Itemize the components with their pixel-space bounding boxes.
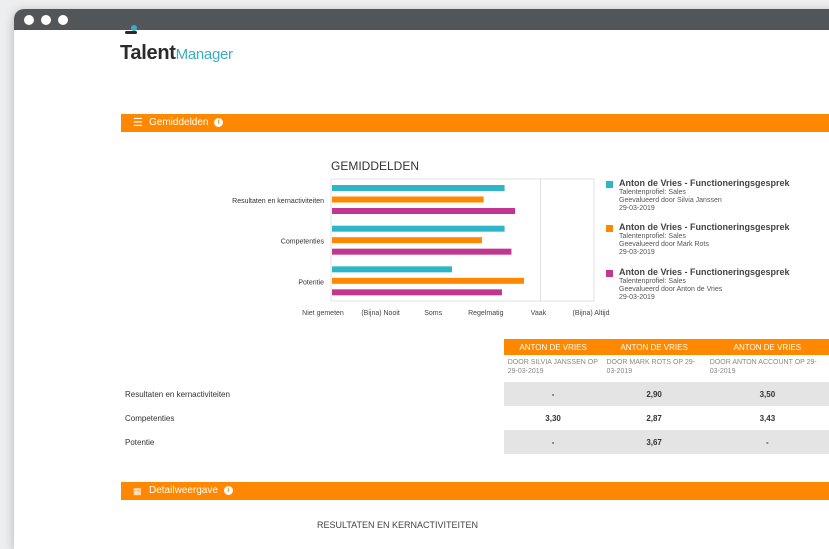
legend-swatch <box>606 270 613 277</box>
detail-section-header[interactable]: ▦ Detailweergave i <box>121 482 829 500</box>
legend-evaluator: Geevalueerd door Silvia Janssen <box>619 197 722 204</box>
column-subheader-2: DOOR MARK ROTS OP 29-03-2019 <box>606 359 695 375</box>
window-minimize-dot[interactable] <box>41 15 51 25</box>
detail-section-title: Detailweergave <box>149 485 218 496</box>
legend-swatch <box>606 181 613 188</box>
legend-title: Anton de Vries - Functioneringsgesprek <box>619 222 790 232</box>
row-label: Resultaten en kernactiviteiten <box>125 389 230 399</box>
averages-section-header[interactable]: ☰ Gemiddelden i <box>121 114 829 132</box>
legend-title: Anton de Vries - Functioneringsgesprek <box>619 178 790 188</box>
table-subheader-row: DOOR SILVIA JANSSEN OP 29-03-2019 DOOR M… <box>121 355 829 382</box>
bar-chart-icon[interactable]: ▦ <box>133 482 142 500</box>
hamburger-menu-icon[interactable]: ☰ <box>133 114 143 132</box>
legend-profile: Talentenprofiel: Sales <box>619 233 686 240</box>
averages-section-title: Gemiddelden <box>149 117 209 128</box>
table-row: Potentie - 3,67 - <box>121 430 829 454</box>
table-cell: 3,30 <box>545 413 561 423</box>
logo-product: Manager <box>175 46 233 63</box>
results-table: ANTON DE VRIES ANTON DE VRIES ANTON DE V… <box>121 339 829 454</box>
logo-brand: Talent <box>120 42 176 64</box>
column-header-1: ANTON DE VRIES <box>503 339 603 355</box>
table-row: Competenties 3,30 2,87 3,43 <box>121 406 829 430</box>
legend-profile: Talentenprofiel: Sales <box>619 278 686 285</box>
legend-date: 29-03-2019 <box>619 205 655 212</box>
legend-evaluator: Geevalueerd door Anton de Vries <box>619 286 723 293</box>
table-cell: 3,67 <box>602 430 706 454</box>
detail-chart-title: RESULTATEN EN KERNACTIVITEITEN <box>317 520 479 530</box>
row-label: Potentie <box>125 437 155 447</box>
browser-window <box>14 9 829 549</box>
table-header-row: ANTON DE VRIES ANTON DE VRIES ANTON DE V… <box>121 339 829 355</box>
table-cell: 2,87 <box>646 413 662 423</box>
column-header-3: ANTON DE VRIES <box>705 339 829 355</box>
table-cell: - <box>705 430 829 454</box>
column-subheader-1: DOOR SILVIA JANSSEN OP 29-03-2019 <box>507 359 598 375</box>
legend-date: 29-03-2019 <box>619 294 655 301</box>
legend-date: 29-03-2019 <box>619 249 655 256</box>
legend-title: Anton de Vries - Functioneringsgesprek <box>619 267 790 277</box>
table-cell: 3,43 <box>759 413 776 423</box>
chart-title: GEMIDDELDEN <box>331 159 420 173</box>
info-icon[interactable]: i <box>214 117 224 127</box>
window-maximize-dot[interactable] <box>58 15 68 25</box>
row-label: Competenties <box>125 413 175 423</box>
info-icon[interactable]: i <box>223 485 233 495</box>
table-cell: - <box>503 430 603 454</box>
logo-person-icon <box>125 25 137 34</box>
table-cell: - <box>503 382 603 406</box>
legend-profile: Talentenprofiel: Sales <box>619 189 686 196</box>
logo-wordmark: TalentManager <box>120 42 233 65</box>
legend-evaluator: Geevalueerd door Mark Rots <box>619 241 709 248</box>
column-subheader-3: DOOR ANTON ACCOUNT OP 29-03-2019 <box>709 359 817 375</box>
table-row: Resultaten en kernactiviteiten - 2,90 3,… <box>121 382 829 406</box>
window-close-dot[interactable] <box>24 15 34 25</box>
legend-swatch <box>606 225 613 232</box>
column-header-2: ANTON DE VRIES <box>602 339 706 355</box>
table-cell: 3,50 <box>705 382 829 406</box>
table-cell: 2,90 <box>602 382 706 406</box>
